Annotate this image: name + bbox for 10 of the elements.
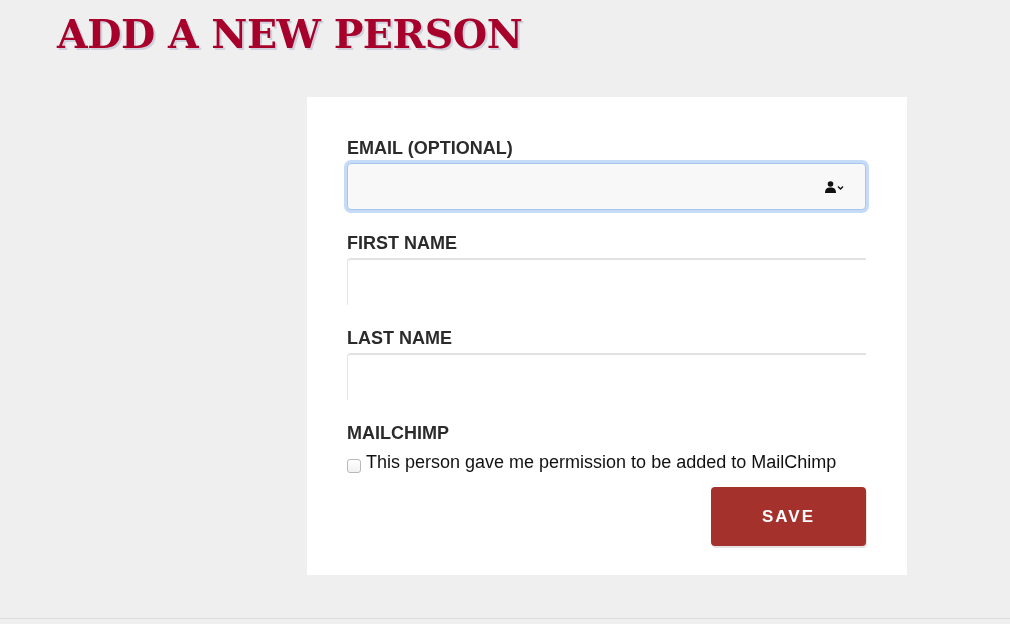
field-label: LAST NAME bbox=[347, 329, 452, 348]
person-caret-icon[interactable] bbox=[825, 180, 845, 193]
checkbox[interactable] bbox=[347, 459, 361, 473]
save-button[interactable]: SAVE bbox=[711, 487, 866, 546]
field-label: EMAIL (OPTIONAL) bbox=[347, 139, 513, 158]
checkbox-label[interactable]: This person gave me permission to be added to MailChimp bbox=[366, 452, 837, 472]
field-label: FIRST NAME bbox=[347, 234, 457, 253]
section-label: MAILCHIMP bbox=[347, 424, 449, 443]
input-field[interactable] bbox=[347, 163, 866, 210]
page-title: ADD A NEW PERSON bbox=[57, 10, 523, 59]
